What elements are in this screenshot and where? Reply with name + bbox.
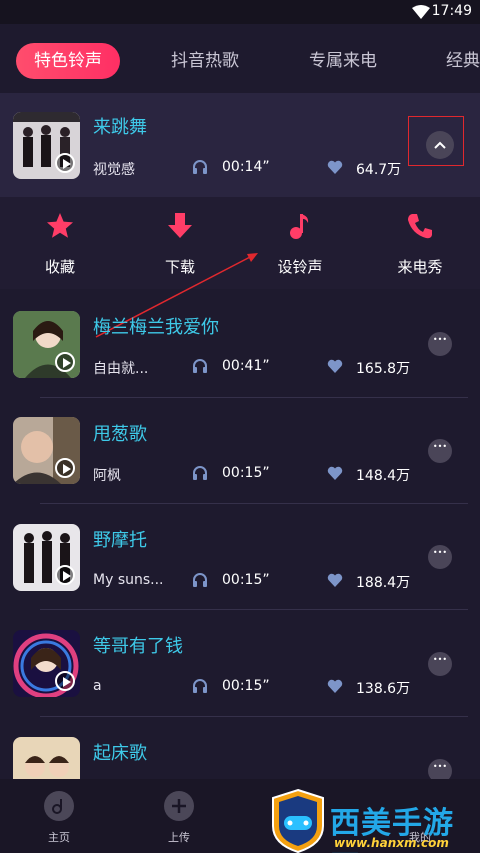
song-likes: 188.4万 bbox=[356, 575, 411, 591]
song-duration: 00:15” bbox=[222, 678, 270, 694]
song-row[interactable]: 甩葱歌 阿枫 00:15” 148.4万 bbox=[0, 398, 480, 504]
plus-icon bbox=[164, 791, 194, 821]
song-duration: 00:15” bbox=[222, 572, 270, 588]
nav-home[interactable]: 主页 bbox=[29, 791, 89, 845]
song-title: 梅兰梅兰我爱你 bbox=[93, 317, 219, 338]
song-likes: 165.8万 bbox=[356, 361, 411, 377]
heart-icon bbox=[327, 359, 343, 373]
heart-icon bbox=[327, 679, 343, 693]
song-artist: My suns... bbox=[93, 572, 164, 588]
headphones-icon bbox=[193, 679, 207, 693]
song-title: 野摩托 bbox=[93, 530, 147, 551]
nav-upload[interactable]: 上传 bbox=[149, 791, 209, 845]
more-options-button[interactable] bbox=[428, 332, 452, 356]
play-icon[interactable] bbox=[55, 458, 75, 478]
song-artist: 自由就... bbox=[93, 361, 149, 377]
song-row[interactable]: 野摩托 My suns... 00:15” 188.4万 bbox=[0, 504, 480, 610]
nav-home-label: 主页 bbox=[48, 831, 70, 844]
more-options-button[interactable] bbox=[428, 545, 452, 569]
song-row[interactable]: 等哥有了钱 a 00:15” 138.6万 bbox=[0, 610, 480, 716]
play-icon[interactable] bbox=[55, 671, 75, 691]
song-duration: 00:15” bbox=[222, 465, 270, 481]
song-title: 等哥有了钱 bbox=[93, 636, 183, 657]
more-options-button[interactable] bbox=[428, 652, 452, 676]
headphones-icon bbox=[193, 466, 207, 480]
headphones-icon bbox=[193, 359, 207, 373]
music-disc-icon bbox=[44, 791, 74, 821]
song-likes: 148.4万 bbox=[356, 468, 411, 484]
play-icon[interactable] bbox=[55, 352, 75, 372]
song-title: 甩葱歌 bbox=[93, 424, 147, 445]
song-title: 起床歌 bbox=[93, 743, 147, 764]
song-row[interactable]: 梅兰梅兰我爱你 自由就... 00:41” 165.8万 bbox=[0, 291, 480, 397]
song-artist: a bbox=[93, 678, 102, 694]
heart-icon bbox=[327, 573, 343, 587]
song-likes: 138.6万 bbox=[356, 681, 411, 697]
nav-upload-label: 上传 bbox=[168, 831, 190, 844]
song-artist: 阿枫 bbox=[93, 468, 121, 484]
song-duration: 00:41” bbox=[222, 358, 270, 374]
play-icon[interactable] bbox=[55, 565, 75, 585]
song-cover bbox=[13, 524, 80, 591]
song-cover bbox=[13, 417, 80, 484]
more-options-button[interactable] bbox=[428, 439, 452, 463]
heart-icon bbox=[327, 466, 343, 480]
headphones-icon bbox=[193, 573, 207, 587]
song-cover bbox=[13, 630, 80, 697]
song-cover bbox=[13, 311, 80, 378]
watermark-url: www.hanxm.com bbox=[334, 836, 449, 850]
